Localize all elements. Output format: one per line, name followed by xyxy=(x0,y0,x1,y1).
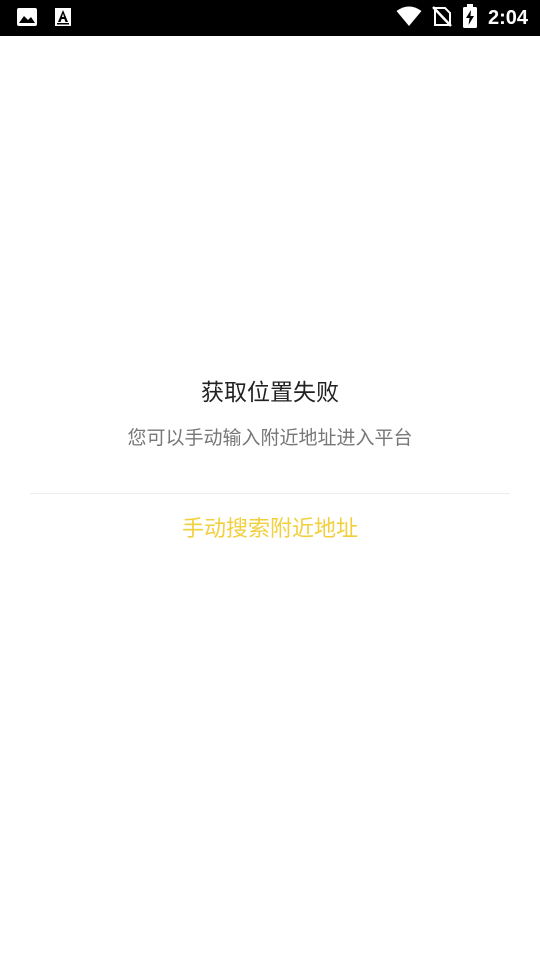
text-a-icon xyxy=(54,7,72,31)
wifi-icon xyxy=(396,5,422,31)
notification-icons xyxy=(16,7,72,31)
error-subtitle: 您可以手动输入附近地址进入平台 xyxy=(127,427,413,449)
battery-charging-icon xyxy=(462,4,478,32)
manual-search-address-button[interactable]: 手动搜索附近地址 xyxy=(30,506,510,554)
location-failed-screen: 获取位置失败 您可以手动输入附近地址进入平台 手动搜索附近地址 xyxy=(0,36,540,960)
image-icon xyxy=(16,7,38,31)
clock: 2:04 xyxy=(487,7,528,29)
error-title: 获取位置失败 xyxy=(201,380,339,406)
no-sim-icon xyxy=(432,5,452,31)
status-bar: 2:04 xyxy=(0,0,540,36)
divider xyxy=(30,493,510,494)
system-status: 2:04 xyxy=(396,4,528,32)
